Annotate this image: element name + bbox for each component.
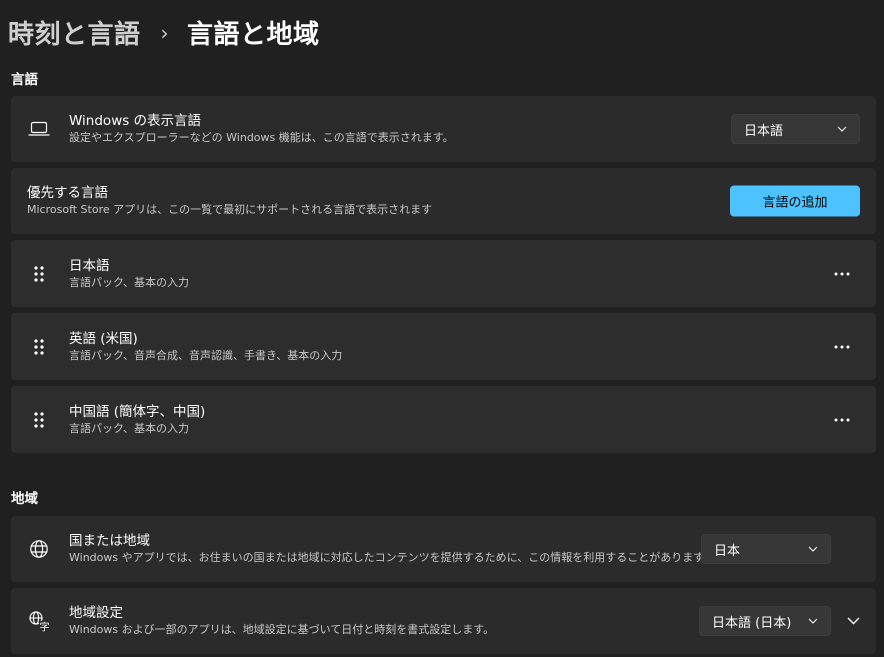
language-item[interactable]: 中国語 (簡体字、中国) 言語パック、基本の入力	[11, 386, 876, 453]
country-region-title: 国または地域	[69, 533, 150, 549]
chevron-down-icon	[837, 126, 847, 132]
settings-page: 時刻と言語 › 言語と地域 言語 Windows の表示言語 設定やエクスプロー…	[0, 0, 884, 657]
regional-format-value: 日本語 (日本)	[712, 615, 792, 631]
more-options-icon[interactable]	[834, 272, 850, 276]
regional-format-subtitle: Windows および一部のアプリは、地域設定に基づいて日付と時刻を書式設定しま…	[69, 623, 495, 636]
section-title-language: 言語	[11, 72, 38, 88]
language-features: 言語パック、音声合成、音声認識、手書き、基本の入力	[69, 348, 343, 362]
preferred-languages-text: 優先する言語 Microsoft Store アプリは、この一覧で最初にサポート…	[27, 184, 432, 218]
language-features: 言語パック、基本の入力	[69, 421, 190, 435]
country-region-card: 国または地域 Windows やアプリでは、お住まいの国または地域に対応したコン…	[11, 516, 876, 582]
preferred-languages-card: 優先する言語 Microsoft Store アプリは、この一覧で最初にサポート…	[11, 168, 876, 234]
breadcrumb: 時刻と言語 › 言語と地域	[8, 14, 320, 51]
language-text: 中国語 (簡体字、中国) 言語パック、基本の入力	[69, 403, 205, 437]
regional-format-dropdown[interactable]: 日本語 (日本)	[699, 606, 831, 636]
country-region-value: 日本	[714, 543, 741, 559]
drag-handle-icon[interactable]	[33, 338, 45, 356]
display-language-title: Windows の表示言語	[69, 113, 202, 129]
svg-text:字: 字	[40, 621, 50, 633]
preferred-languages-title: 優先する言語	[27, 185, 108, 201]
expand-chevron-icon[interactable]	[847, 617, 860, 625]
language-text: 英語 (米国) 言語パック、音声合成、音声認識、手書き、基本の入力	[69, 330, 342, 364]
drag-handle-icon[interactable]	[33, 411, 45, 429]
preferred-languages-subtitle: Microsoft Store アプリは、この一覧で最初にサポートされる言語で表…	[27, 203, 433, 216]
regional-format-card[interactable]: 字 地域設定 Windows および一部のアプリは、地域設定に基づいて日付と時刻…	[11, 588, 876, 654]
display-language-text: Windows の表示言語 設定やエクスプローラーなどの Windows 機能は…	[69, 112, 454, 146]
laptop-icon	[27, 117, 51, 141]
display-language-card: Windows の表示言語 設定やエクスプローラーなどの Windows 機能は…	[11, 96, 876, 162]
display-language-subtitle: 設定やエクスプローラーなどの Windows 機能は、この言語で表示されます。	[69, 131, 454, 144]
globe-icon	[27, 537, 51, 561]
page-title: 言語と地域	[187, 20, 320, 50]
breadcrumb-separator: ›	[160, 20, 170, 45]
display-language-value: 日本語	[744, 123, 784, 139]
more-options-icon[interactable]	[834, 418, 850, 422]
language-item[interactable]: 日本語 言語パック、基本の入力	[11, 240, 876, 307]
add-language-button[interactable]: 言語の追加	[730, 185, 860, 217]
chevron-down-icon	[808, 546, 818, 552]
language-item[interactable]: 英語 (米国) 言語パック、音声合成、音声認識、手書き、基本の入力	[11, 313, 876, 380]
drag-handle-icon[interactable]	[33, 265, 45, 283]
chevron-down-icon	[808, 618, 818, 624]
regional-format-icon: 字	[27, 609, 51, 633]
section-title-region: 地域	[11, 491, 38, 507]
breadcrumb-parent-link[interactable]: 時刻と言語	[8, 14, 141, 51]
language-name: 中国語 (簡体字、中国)	[69, 403, 206, 420]
language-name: 日本語	[69, 257, 110, 274]
display-language-dropdown[interactable]: 日本語	[731, 114, 860, 144]
language-name: 英語 (米国)	[69, 330, 138, 347]
country-region-dropdown[interactable]: 日本	[701, 534, 831, 564]
more-options-icon[interactable]	[834, 345, 850, 349]
country-region-subtitle: Windows やアプリでは、お住まいの国または地域に対応したコンテンツを提供す…	[69, 551, 705, 564]
country-region-text: 国または地域 Windows やアプリでは、お住まいの国または地域に対応したコン…	[69, 532, 704, 566]
language-text: 日本語 言語パック、基本の入力	[69, 257, 189, 291]
regional-format-text: 地域設定 Windows および一部のアプリは、地域設定に基づいて日付と時刻を書…	[69, 604, 494, 638]
regional-format-title: 地域設定	[69, 605, 123, 621]
language-features: 言語パック、基本の入力	[69, 275, 190, 289]
